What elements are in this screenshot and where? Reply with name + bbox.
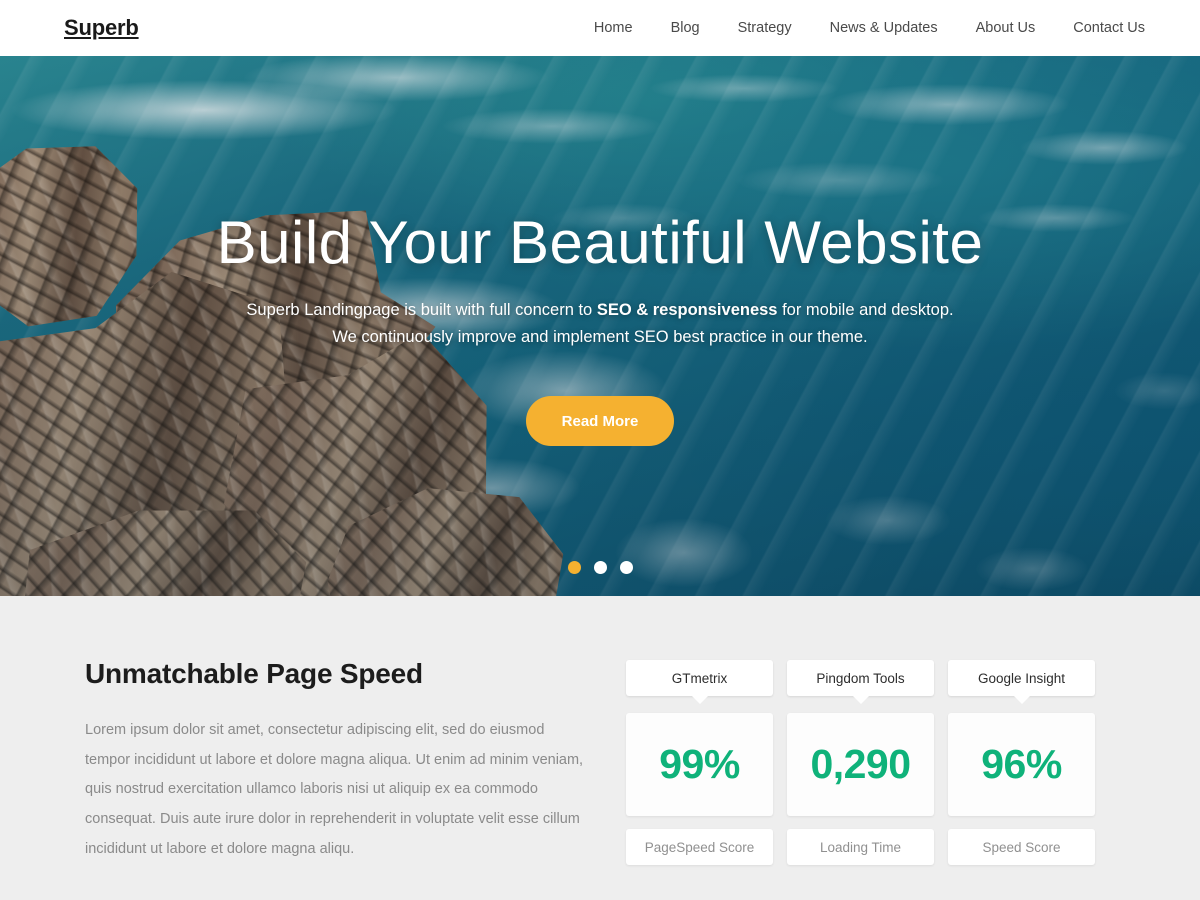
nav-item-strategy[interactable]: Strategy [738,20,792,36]
nav-item-blog[interactable]: Blog [671,20,700,36]
metric-label: Loading Time [787,829,934,865]
metric-value-card: 99% [626,713,773,816]
metric-label: Speed Score [948,829,1095,865]
metric-value-card: 0,290 [787,713,934,816]
metric-value: 96% [981,741,1062,787]
page-speed-section: Unmatchable Page Speed Lorem ipsum dolor… [0,596,1200,900]
nav-item-about-us[interactable]: About Us [976,20,1036,36]
carousel-dot-1[interactable] [567,561,581,574]
page-speed-copy: Unmatchable Page Speed Lorem ipsum dolor… [85,658,590,865]
hero-title: Build Your Beautiful Website [216,209,984,276]
site-header: Superb Home Blog Strategy News & Updates… [0,0,1200,56]
nav-item-contact-us[interactable]: Contact Us [1073,20,1145,36]
metric-value: 0,290 [810,741,911,787]
main-navigation: Home Blog Strategy News & Updates About … [594,20,1145,36]
metric-source-badge: Pingdom Tools [787,660,934,704]
hero-subtitle-part1: Superb Landingpage is built with full co… [246,301,597,319]
nav-item-news-updates[interactable]: News & Updates [830,20,938,36]
hero-subtitle-emphasis: SEO & responsiveness [596,301,778,319]
carousel-dot-2[interactable] [593,561,607,574]
metric-value: 99% [659,741,740,787]
metric-value-card: 96% [948,713,1095,816]
hero-content: Build Your Beautiful Website Superb Land… [0,56,1200,596]
metric-card-pingdom-tools: Pingdom Tools 0,290 Loading Time [787,660,934,865]
metric-source-badge: GTmetrix [626,660,773,704]
page-speed-paragraph: Lorem ipsum dolor sit amet, consectetur … [85,722,584,857]
metric-card-gtmetrix: GTmetrix 99% PageSpeed Score [626,660,773,865]
hero-section: Build Your Beautiful Website Superb Land… [0,56,1200,596]
hero-subtitle-part2: for mobile and desktop. [777,301,954,319]
metrics-group: GTmetrix 99% PageSpeed Score Pingdom Too… [626,660,1095,865]
carousel-dots [0,561,1200,574]
carousel-dot-3[interactable] [619,561,633,574]
metric-source-badge: Google Insight [948,660,1095,704]
hero-subtitle-line2: We continuously improve and implement SE… [332,327,868,346]
hero-subtitle: Superb Landingpage is built with full co… [246,297,953,350]
page-speed-heading: Unmatchable Page Speed [85,658,423,689]
read-more-button[interactable]: Read More [526,396,674,447]
brand-logo[interactable]: Superb [64,15,139,41]
nav-item-home[interactable]: Home [594,20,633,36]
metric-label: PageSpeed Score [626,829,773,865]
metric-card-google-insight: Google Insight 96% Speed Score [948,660,1095,865]
